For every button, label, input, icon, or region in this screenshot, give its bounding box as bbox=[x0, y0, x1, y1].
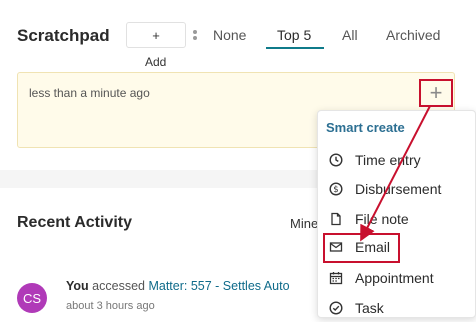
tab-archived[interactable]: Archived bbox=[386, 27, 440, 43]
svg-text:$: $ bbox=[333, 185, 338, 195]
menu-item-appointment[interactable]: Appointment bbox=[318, 264, 475, 292]
tab-all[interactable]: All bbox=[342, 27, 358, 43]
menu-item-label: File note bbox=[355, 211, 409, 227]
activity-verb: accessed bbox=[92, 279, 145, 293]
scratchpad-title: Scratchpad bbox=[17, 26, 110, 45]
add-button[interactable]: + bbox=[126, 22, 186, 48]
activity-matter-link[interactable]: Matter: 557 - Settles Auto bbox=[148, 279, 289, 293]
menu-item-disbursement[interactable]: $ Disbursement bbox=[318, 175, 475, 203]
avatar: CS bbox=[17, 283, 47, 313]
menu-item-label: Disbursement bbox=[355, 181, 442, 197]
active-tab-indicator bbox=[266, 47, 324, 49]
file-icon bbox=[326, 212, 346, 226]
tab-top-5[interactable]: Top 5 bbox=[277, 27, 311, 43]
calendar-icon bbox=[326, 271, 346, 285]
tab-none[interactable]: None bbox=[213, 27, 246, 43]
activity-filter-mine[interactable]: Mine bbox=[290, 216, 318, 231]
menu-item-label: Appointment bbox=[355, 270, 434, 286]
menu-item-file-note[interactable]: File note bbox=[318, 205, 475, 233]
clock-icon bbox=[326, 153, 346, 167]
smart-create-title: Smart create bbox=[326, 120, 405, 135]
activity-user: You bbox=[66, 279, 89, 293]
check-circle-icon bbox=[326, 301, 346, 315]
menu-item-time-entry[interactable]: Time entry bbox=[318, 146, 475, 174]
menu-item-label: Task bbox=[355, 300, 384, 316]
dollar-icon: $ bbox=[326, 182, 346, 196]
recent-activity-title: Recent Activity bbox=[17, 214, 132, 231]
note-timestamp: less than a minute ago bbox=[29, 86, 150, 100]
drag-handle-icon[interactable] bbox=[193, 30, 197, 42]
menu-item-label: Time entry bbox=[355, 152, 421, 168]
add-label: Add bbox=[145, 55, 167, 69]
activity-time: about 3 hours ago bbox=[66, 300, 155, 312]
activity-text: You accessed Matter: 557 - Settles Auto bbox=[66, 279, 290, 293]
smart-create-plus-button[interactable]: + bbox=[419, 79, 453, 107]
email-highlight-box bbox=[323, 233, 400, 263]
